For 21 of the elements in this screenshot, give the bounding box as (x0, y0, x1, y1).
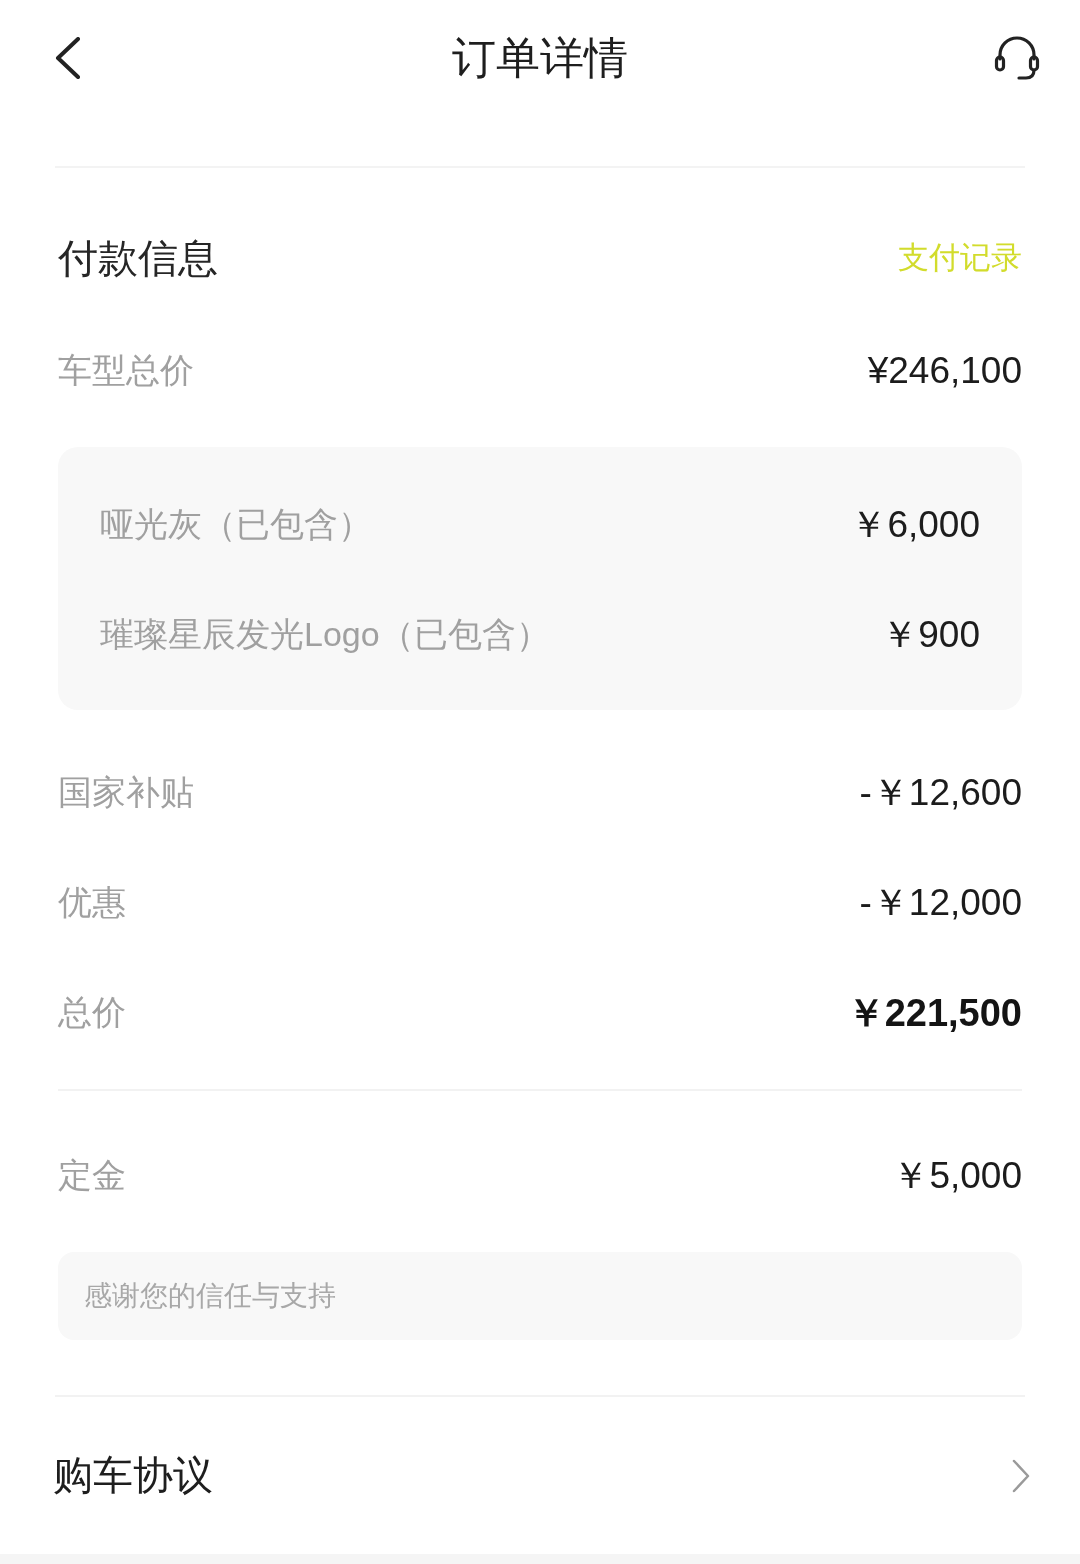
deposit-value: ￥5,000 (892, 1154, 1022, 1198)
back-icon[interactable] (54, 37, 82, 79)
agreement-link[interactable]: 购车协议 (53, 1448, 213, 1503)
option-label: 璀璨星辰发光Logo（已包含） (100, 614, 550, 655)
price-value: ¥246,100 (867, 350, 1022, 392)
page-title: 订单详情 (452, 32, 628, 82)
price-label: 国家补贴 (58, 772, 194, 813)
price-label: 车型总价 (58, 350, 194, 391)
price-value: -￥12,000 (859, 881, 1022, 925)
price-value: -￥12,600 (859, 771, 1022, 815)
section-title: 付款信息 (58, 234, 218, 282)
option-label: 哑光灰（已包含） (100, 504, 372, 545)
total-price: ￥221,500 (846, 990, 1022, 1036)
option-price: ￥6,000 (850, 503, 980, 547)
price-label: 优惠 (58, 882, 126, 923)
thanks-note: 感谢您的信任与支持 (58, 1252, 1022, 1340)
chevron-right-icon[interactable] (1012, 1458, 1030, 1493)
deposit-label: 定金 (58, 1155, 126, 1196)
total-label: 总价 (58, 992, 126, 1033)
headset-icon[interactable] (994, 35, 1040, 81)
option-price: ￥900 (881, 613, 980, 657)
